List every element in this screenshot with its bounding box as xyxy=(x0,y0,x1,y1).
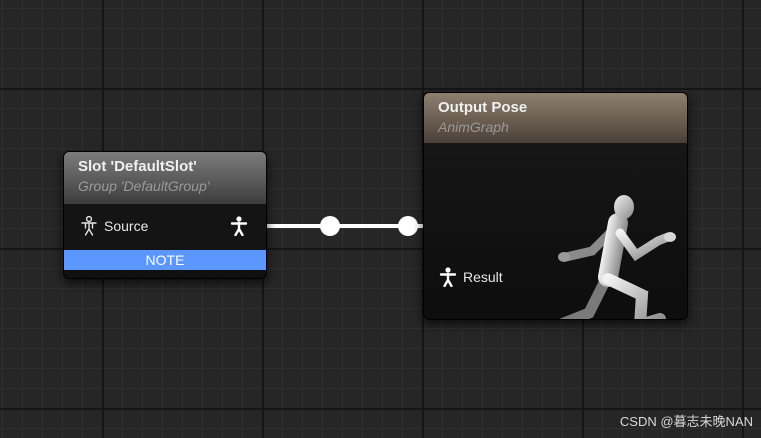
source-pin-label: Source xyxy=(104,218,149,234)
running-mannequin-icon xyxy=(558,195,676,319)
output-pose-body: Result xyxy=(424,143,687,319)
mannequin-icon[interactable] xyxy=(80,216,98,236)
output-pose-node[interactable]: Output Pose AnimGraph Result xyxy=(423,92,688,320)
output-pose-title: Output Pose xyxy=(438,99,528,116)
wire-reroute-knot[interactable] xyxy=(320,216,340,236)
result-pin-label: Result xyxy=(463,269,503,285)
slot-node-body: Source xyxy=(64,204,266,250)
note-bar[interactable]: NOTE xyxy=(64,250,266,270)
pose-wire[interactable] xyxy=(262,216,440,236)
csdn-watermark: CSDN @暮志未晚NAN xyxy=(619,414,753,429)
slot-node-title: Slot 'DefaultSlot' xyxy=(78,158,197,175)
output-pose-header[interactable]: Output Pose AnimGraph xyxy=(424,93,687,143)
anim-graph-canvas[interactable]: Slot 'DefaultSlot' Group 'DefaultGroup' … xyxy=(0,0,761,438)
slot-node[interactable]: Slot 'DefaultSlot' Group 'DefaultGroup' … xyxy=(63,151,267,279)
mannequin-icon[interactable] xyxy=(230,216,248,236)
slot-node-subtitle: Group 'DefaultGroup' xyxy=(78,178,210,194)
source-pin-row[interactable]: Source xyxy=(80,216,148,236)
output-pose-subtitle: AnimGraph xyxy=(438,119,509,135)
slot-node-header[interactable]: Slot 'DefaultSlot' Group 'DefaultGroup' xyxy=(64,152,266,204)
wire-reroute-knot[interactable] xyxy=(398,216,418,236)
mannequin-icon[interactable] xyxy=(439,267,457,287)
result-pin-row[interactable]: Result xyxy=(439,267,503,287)
